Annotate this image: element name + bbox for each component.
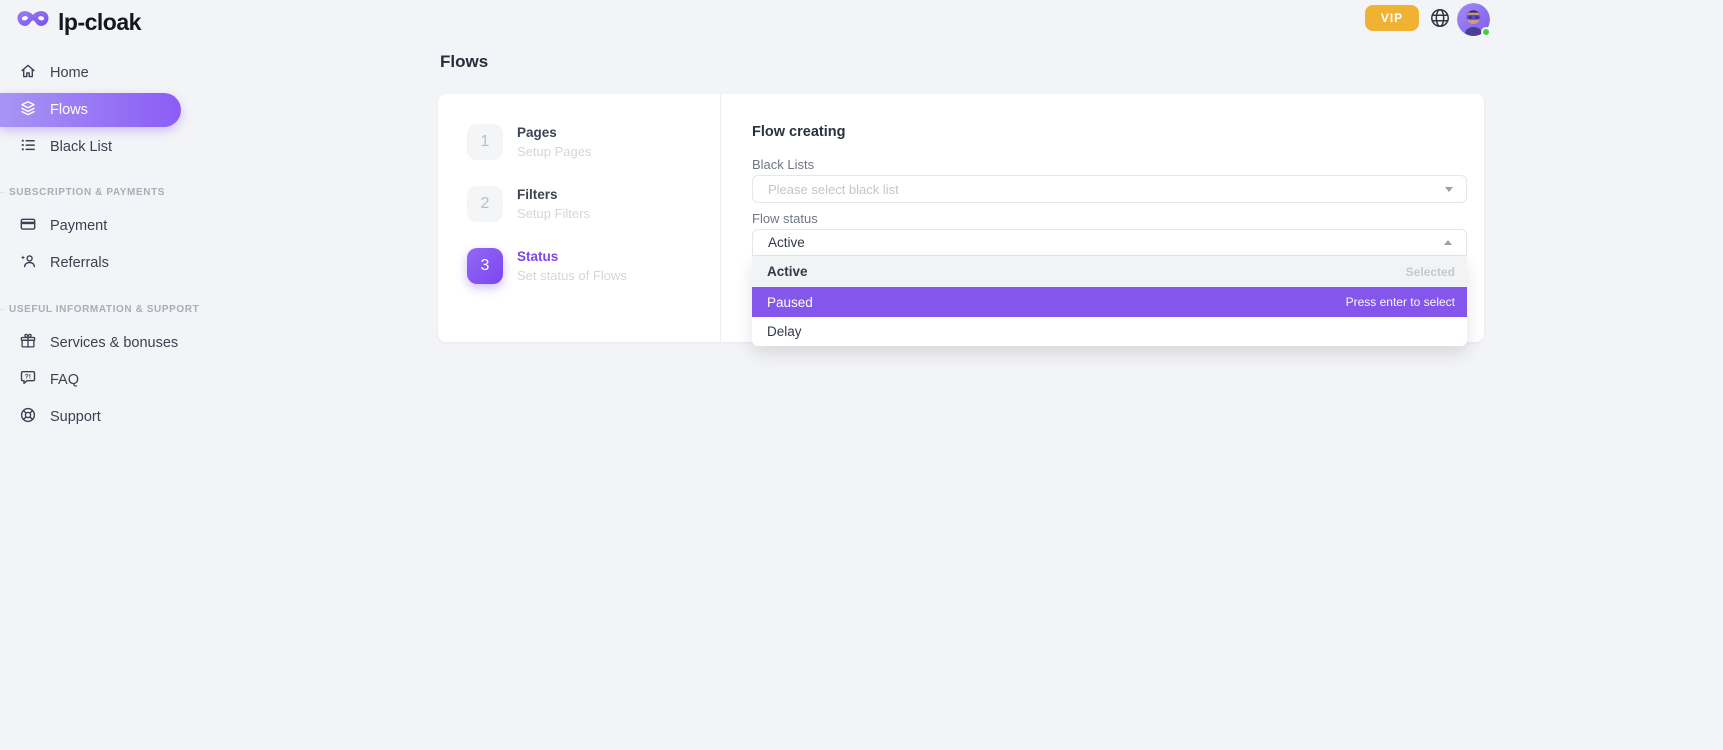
step-subtitle: Setup Filters xyxy=(517,206,590,221)
faq-icon: ?! xyxy=(19,369,37,391)
sidebar-item-referrals[interactable]: Referrals xyxy=(0,246,181,280)
credit-card-icon xyxy=(19,215,37,237)
chevron-up-icon[interactable] xyxy=(1444,240,1452,245)
avatar[interactable] xyxy=(1457,3,1490,36)
sidebar-item-label: Home xyxy=(50,65,89,81)
sidebar-item-black-list[interactable]: Black List xyxy=(0,130,181,164)
form-title: Flow creating xyxy=(752,124,845,140)
step-pages[interactable]: 1 Pages Setup Pages xyxy=(467,124,591,160)
option-paused[interactable]: Paused Press enter to select xyxy=(752,287,1467,317)
sidebar-item-label: Referrals xyxy=(50,255,109,271)
section-header-useful-info-support: USEFUL INFORMATION & SUPPORT xyxy=(0,304,181,315)
step-subtitle: Setup Pages xyxy=(517,144,591,159)
sidebar-item-label: Black List xyxy=(50,139,112,155)
wizard-steps-panel: 1 Pages Setup Pages 2 Filters Setup Filt… xyxy=(438,94,721,342)
flows-icon xyxy=(19,99,37,121)
step-number-badge: 3 xyxy=(467,248,503,284)
step-title: Filters xyxy=(517,187,590,202)
option-hint: Press enter to select xyxy=(1346,295,1455,309)
section-label: USEFUL INFORMATION & SUPPORT xyxy=(9,304,199,315)
main-nav: Home Flows Black List xyxy=(0,56,181,167)
section-header-subscription-payments: SUBSCRIPTION & PAYMENTS xyxy=(0,187,181,198)
mask-logo-icon xyxy=(16,8,50,36)
sidebar-item-label: Support xyxy=(50,409,101,425)
step-filters[interactable]: 2 Filters Setup Filters xyxy=(467,186,590,222)
black-list-icon xyxy=(19,136,37,158)
online-status-dot xyxy=(1481,27,1491,37)
sidebar-item-home[interactable]: Home xyxy=(0,56,181,90)
sidebar-item-support[interactable]: Support xyxy=(0,400,181,434)
sidebar-item-label: FAQ xyxy=(50,372,79,388)
svg-text:?!: ?! xyxy=(25,374,31,381)
lifebuoy-icon xyxy=(19,406,37,428)
sidebar-item-faq[interactable]: ?! FAQ xyxy=(0,363,181,397)
step-number-badge: 1 xyxy=(467,124,503,160)
option-active[interactable]: Active Selected xyxy=(752,256,1467,287)
option-hint: Selected xyxy=(1406,265,1455,279)
step-status[interactable]: 3 Status Set status of Flows xyxy=(467,248,627,284)
black-lists-field xyxy=(752,175,1467,203)
black-lists-select-input[interactable] xyxy=(752,175,1467,203)
flow-creating-card: 1 Pages Setup Pages 2 Filters Setup Filt… xyxy=(438,94,1484,342)
option-label: Delay xyxy=(767,324,802,339)
step-title: Status xyxy=(517,249,627,264)
home-icon xyxy=(19,62,37,84)
globe-icon[interactable] xyxy=(1429,7,1451,29)
option-delay[interactable]: Delay xyxy=(752,317,1467,346)
support-nav: Services & bonuses ?! FAQ Support xyxy=(0,326,181,437)
sidebar-item-label: Payment xyxy=(50,218,107,234)
step-number-badge: 2 xyxy=(467,186,503,222)
sidebar-item-payment[interactable]: Payment xyxy=(0,209,181,243)
sidebar-item-services-bonuses[interactable]: Services & bonuses xyxy=(0,326,181,360)
option-label: Active xyxy=(767,264,808,279)
step-title: Pages xyxy=(517,125,591,140)
flow-status-value: Active xyxy=(768,235,805,250)
sidebar: lp-cloak Home Flows xyxy=(0,0,181,750)
flow-status-dropdown-menu: Active Selected Paused Press enter to se… xyxy=(752,256,1467,346)
referrals-icon xyxy=(19,252,37,274)
sidebar-item-label: Flows xyxy=(50,102,88,118)
step-subtitle: Set status of Flows xyxy=(517,268,627,283)
black-lists-label: Black Lists xyxy=(752,157,814,172)
logo: lp-cloak xyxy=(16,8,141,36)
logo-text: lp-cloak xyxy=(58,9,141,36)
flow-status-label: Flow status xyxy=(752,211,818,226)
gift-icon xyxy=(19,332,37,354)
vip-button[interactable]: VIP xyxy=(1365,5,1419,31)
sidebar-item-label: Services & bonuses xyxy=(50,335,178,351)
option-label: Paused xyxy=(767,295,813,310)
flow-status-select[interactable]: Active xyxy=(752,229,1467,256)
section-label: SUBSCRIPTION & PAYMENTS xyxy=(9,187,165,198)
page-title: Flows xyxy=(440,52,488,72)
sidebar-item-flows[interactable]: Flows xyxy=(0,93,181,127)
chevron-down-icon[interactable] xyxy=(1445,187,1453,192)
payments-nav: Payment Referrals xyxy=(0,209,181,283)
